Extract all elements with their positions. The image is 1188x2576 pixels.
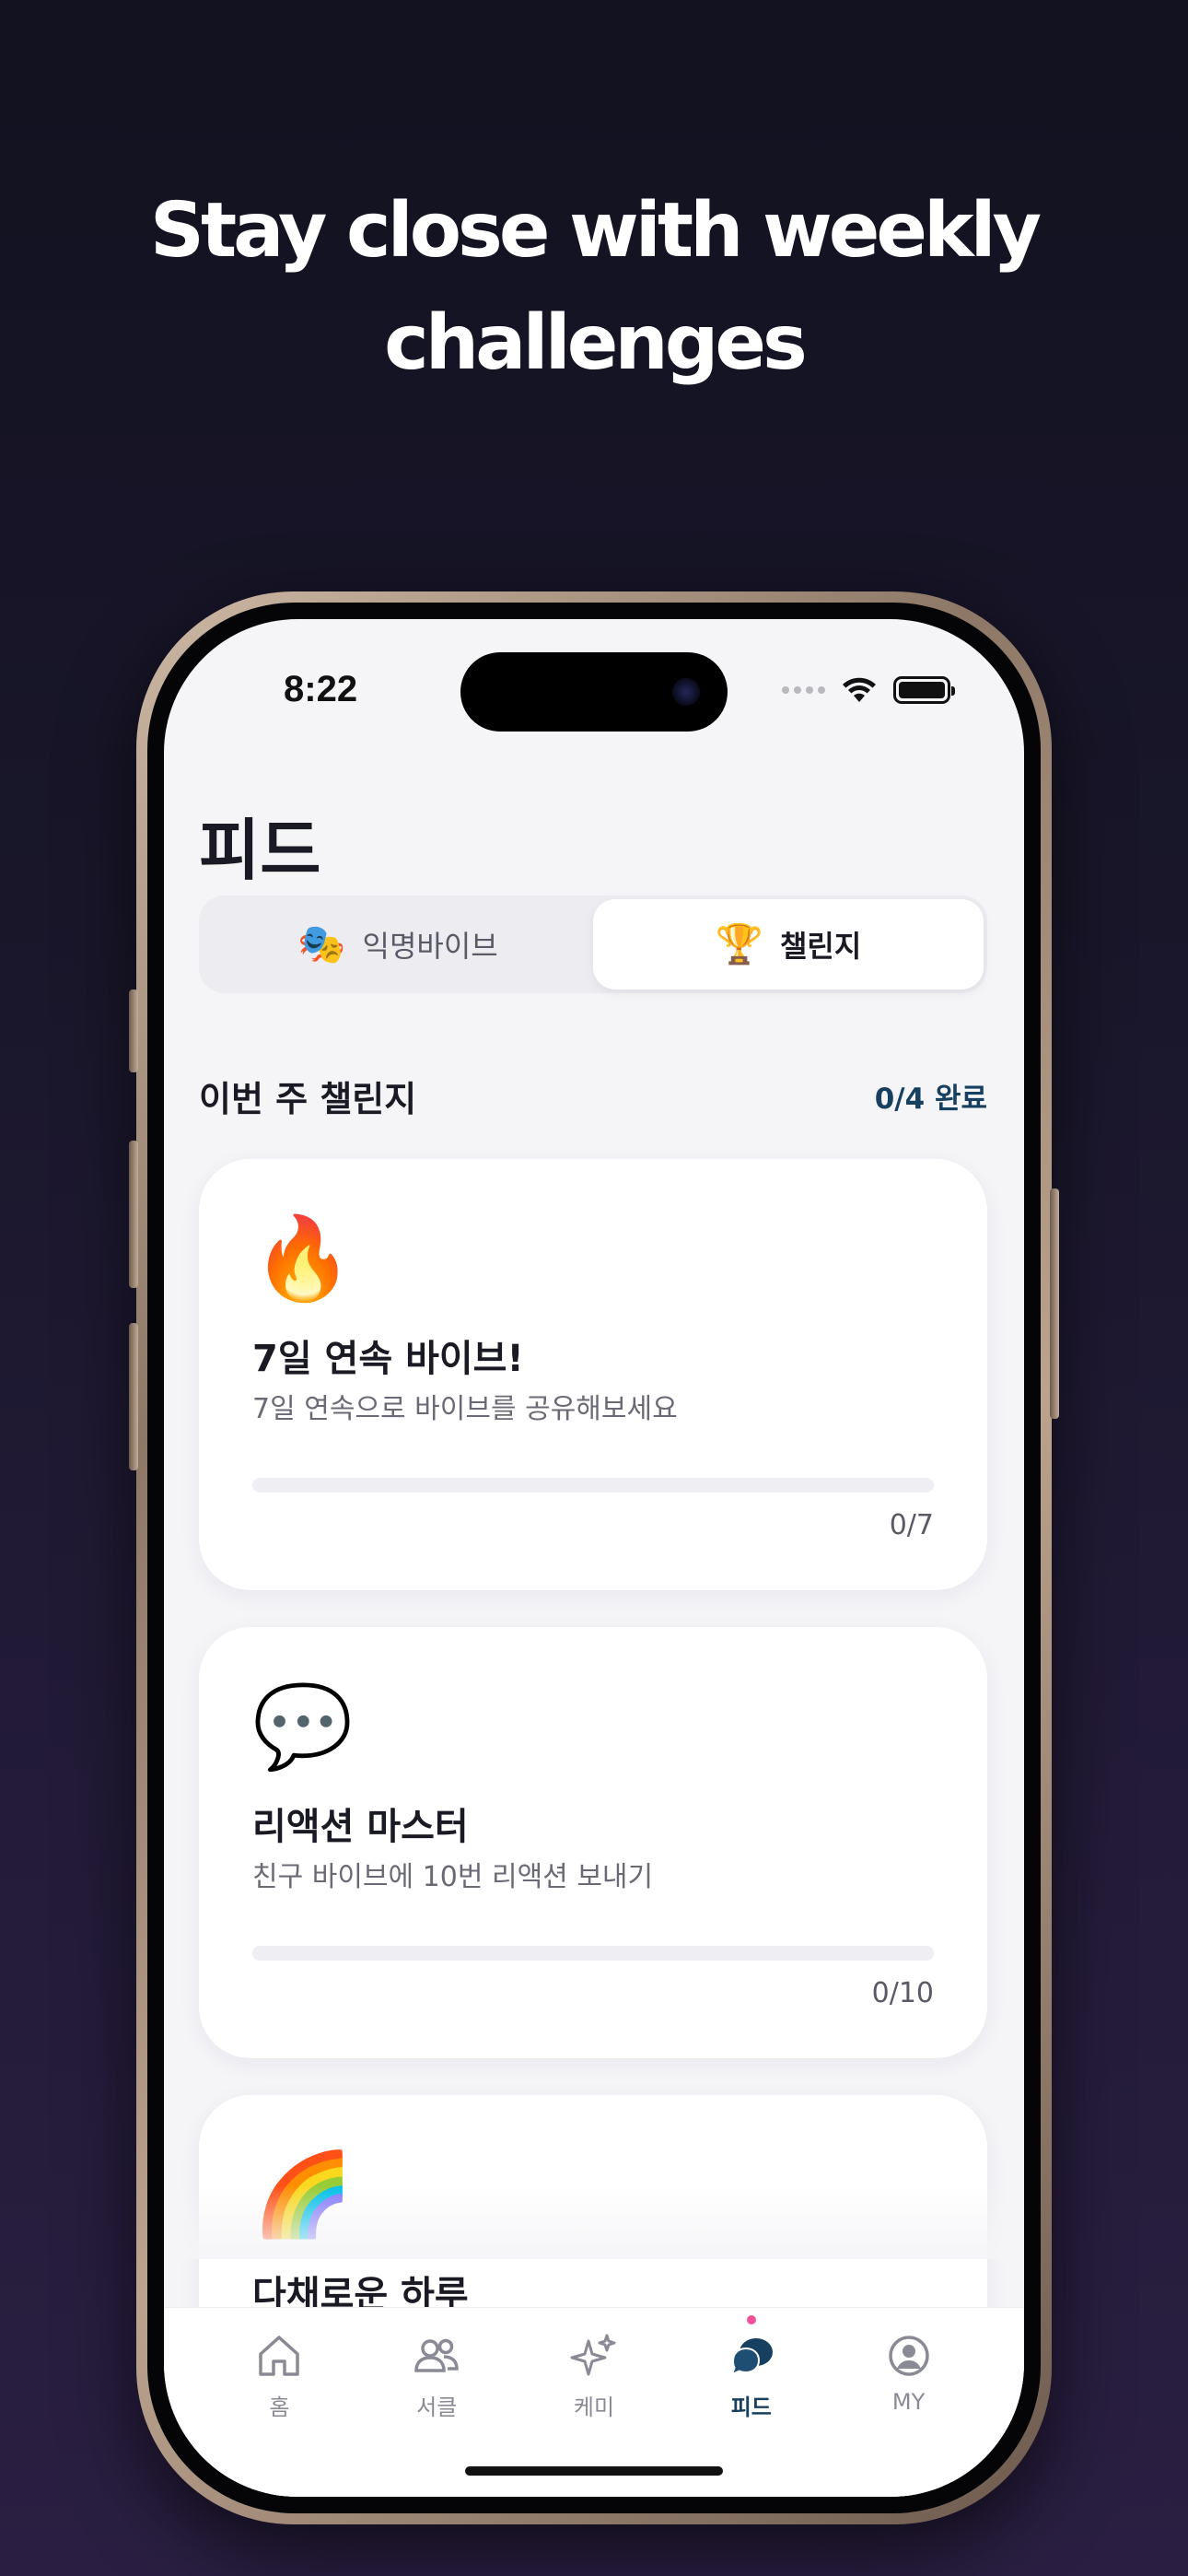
challenge-progress-bar: [252, 1478, 934, 1493]
phone-screen: 8:22 피드 🎭 익명바이브 🏆 챌린지 이번 주 챌린지 0/4 완료 🔥 …: [164, 619, 1024, 2497]
challenge-description: 7일 연속으로 바이브를 공유해보세요: [252, 1393, 678, 1425]
notification-dot: [746, 2315, 756, 2324]
tab-label: MY: [891, 2389, 926, 2415]
section-header: 이번 주 챌린지 0/4 완료: [199, 1071, 987, 1121]
marketing-headline: Stay close with weekly challenges: [0, 175, 1188, 400]
speech-bubble-icon: 💬: [252, 1679, 354, 1774]
home-indicator: [465, 2466, 723, 2476]
tab-my[interactable]: MY: [830, 2308, 987, 2497]
headline-line-1: Stay close with weekly: [149, 187, 1042, 275]
challenge-description: 친구 바이브에 10번 리액션 보내기: [252, 1861, 654, 1893]
challenge-title: 7일 연속 바이브!: [252, 1338, 524, 1380]
tab-label: 홈: [269, 2395, 290, 2420]
status-time: 8:22: [284, 669, 358, 709]
chat-bubbles-icon: [730, 2338, 773, 2376]
wifi-icon: [843, 677, 876, 702]
scroll-fade: [164, 2185, 1024, 2259]
challenge-card[interactable]: 🔥 7일 연속 바이브! 7일 연속으로 바이브를 공유해보세요 0/7: [199, 1159, 987, 1590]
power-button: [1050, 1188, 1059, 1419]
tab-bar: 홈 서클 케미 피드 MY: [164, 2307, 1024, 2497]
section-progress: 0/4 완료: [874, 1083, 987, 1116]
challenge-title: 리액션 마스터: [252, 1806, 469, 1848]
tab-label: 피드: [730, 2395, 772, 2420]
segment-label: 챌린지: [779, 929, 862, 964]
page-title: 피드: [199, 812, 321, 889]
fire-icon: 🔥: [252, 1211, 354, 1306]
dynamic-island: [460, 652, 728, 732]
volume-up-button: [129, 1141, 138, 1288]
status-icons: [782, 676, 955, 704]
profile-icon: [888, 2336, 929, 2376]
masks-icon: 🎭: [297, 921, 346, 966]
trophy-icon: 🏆: [715, 921, 763, 966]
sparkles-icon: [570, 2334, 616, 2376]
people-icon: [414, 2338, 459, 2372]
cellular-signal-icon: [782, 686, 825, 694]
headline-line-2: challenges: [384, 299, 808, 387]
battery-icon: [893, 676, 955, 704]
challenge-progress-text: 0/10: [871, 1977, 934, 2009]
tab-label: 서클: [416, 2395, 458, 2420]
segment-label: 익명바이브: [362, 929, 498, 964]
tab-home[interactable]: 홈: [201, 2308, 358, 2497]
action-button: [129, 989, 138, 1072]
feed-segmented-control: 🎭 익명바이브 🏆 챌린지: [199, 896, 987, 993]
volume-down-button: [129, 1323, 138, 1470]
challenge-card[interactable]: 💬 리액션 마스터 친구 바이브에 10번 리액션 보내기 0/10: [199, 1627, 987, 2058]
camera-icon: [672, 678, 700, 706]
challenge-progress-bar: [252, 1946, 934, 1961]
segment-challenge[interactable]: 🏆 챌린지: [593, 899, 984, 989]
challenge-progress-text: 0/7: [889, 1509, 934, 1541]
segment-anonymous-vibe[interactable]: 🎭 익명바이브: [203, 899, 593, 989]
home-icon: [259, 2336, 300, 2376]
tab-label: 케미: [573, 2395, 615, 2420]
section-title: 이번 주 챌린지: [199, 1079, 417, 1119]
